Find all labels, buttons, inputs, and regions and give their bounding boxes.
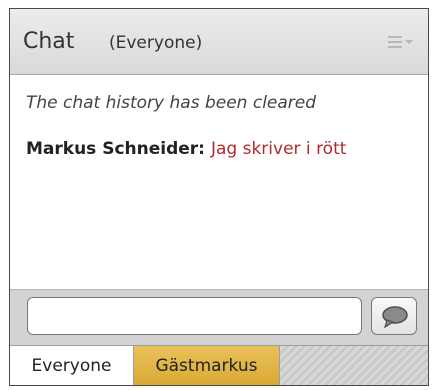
pod-menu-button[interactable] <box>388 33 418 51</box>
chat-input-bar <box>10 289 428 345</box>
message-sender: Markus Schneider: <box>26 139 205 159</box>
chat-pod: Chat (Everyone) The chat history has bee… <box>9 8 429 386</box>
menu-lines-icon <box>388 36 413 48</box>
tab-gastmarkus[interactable]: Gästmarkus <box>134 346 280 385</box>
chat-message: Markus Schneider: Jag skriver i rött <box>26 139 346 159</box>
tab-everyone[interactable]: Everyone <box>10 346 134 385</box>
chat-tabs: Everyone Gästmarkus <box>10 345 428 385</box>
chat-audience: (Everyone) <box>109 33 203 53</box>
speech-bubble-icon <box>382 306 408 329</box>
chat-message-input[interactable] <box>27 297 362 335</box>
chat-history: The chat history has been cleared Markus… <box>10 75 428 289</box>
chat-header: Chat (Everyone) <box>10 9 428 75</box>
system-message: The chat history has been cleared <box>26 93 317 113</box>
message-text: Jag skriver i rött <box>210 139 347 159</box>
chat-title: Chat <box>23 29 75 54</box>
send-message-button[interactable] <box>371 297 417 335</box>
